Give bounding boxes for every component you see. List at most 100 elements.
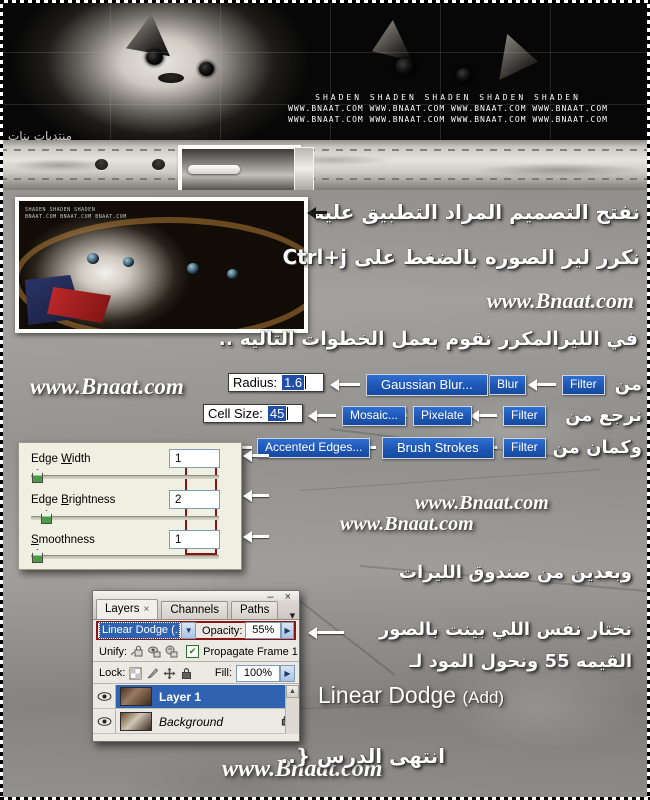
chevron-down-icon[interactable]: ▼ [181, 622, 197, 639]
propagate-frame-label: Propagate Frame 1 [203, 645, 298, 658]
layers-panel-tabs: Layers× Channels Paths ▾≡ [93, 599, 299, 630]
header-watermark: SHADEN SHADEN SHADEN SHADEN SHADEN WWW.B… [288, 92, 608, 125]
smoothness-value: 1 [175, 533, 182, 546]
filter-row-1-label: من [614, 374, 642, 395]
layer-name: Layer 1 [159, 689, 202, 704]
fill-group: Fill: 100% ▶ [215, 664, 299, 682]
step-line-3: في الليرالمكرر نقوم بعمل الخطوات التاليه… [218, 328, 638, 350]
blend-mode-callout-suffix: (Add) [462, 688, 505, 707]
edge-width-label: Edge Width [31, 453, 91, 465]
filter-command-chip-gaussian-blur[interactable]: Gaussian Blur... [366, 374, 488, 396]
radius-field[interactable]: Radius: 1.6 [228, 373, 324, 392]
brand-text: www.Bnaat.com [340, 513, 474, 535]
brand-text: www.Bnaat.com [415, 492, 549, 514]
lock-transparency-icon[interactable] [129, 667, 142, 680]
unify-position-icon[interactable] [130, 645, 144, 658]
cat-eye [87, 253, 99, 264]
scroll-up-icon[interactable]: ▲ [286, 685, 299, 698]
blend-mode-callout: Linear Dodge (Add) [318, 682, 504, 709]
edge-width-slider-knob[interactable] [32, 469, 43, 483]
opacity-stepper-icon[interactable]: ▶ [281, 622, 294, 639]
filter-menu-chip-2[interactable]: Filter [503, 406, 546, 426]
buckle-tail [294, 147, 314, 195]
tutorial-image: SHADEN SHADEN SHADEN SHADEN SHADEN WWW.B… [0, 0, 650, 800]
step-line-5: نختار نفس اللي بينت بالصور [378, 619, 632, 640]
edge-brightness-slider[interactable] [31, 516, 219, 520]
cat-eye [187, 263, 199, 274]
filter-command-chip-accented-edges[interactable]: Accented Edges... [257, 438, 371, 458]
arrow-edge-width [243, 449, 269, 462]
header-banner: SHADEN SHADEN SHADEN SHADEN SHADEN WWW.B… [0, 0, 650, 140]
tab-paths-label: Paths [239, 604, 270, 616]
filter-command-chip-mosaic[interactable]: Mosaic... [342, 406, 407, 426]
fill-stepper-icon[interactable]: ▶ [280, 664, 295, 682]
belt-hole [152, 159, 165, 170]
edge-width-value: 1 [175, 452, 182, 465]
step-line-1: نفتح التصميم المراد التطبيق عليه [312, 200, 640, 224]
lock-move-icon[interactable] [163, 667, 176, 680]
brand-text: www.Bnaat.com [486, 288, 634, 313]
layers-panel: – × Layers× Channels Paths ▾≡ Linear Dod… [92, 590, 300, 742]
cell-size-field[interactable]: Cell Size: 45 [203, 404, 303, 423]
blend-mode-callout-name: Linear Dodge [318, 682, 463, 708]
opacity-label: Opacity: [202, 624, 243, 637]
arrow-1c [330, 378, 360, 391]
eye-icon[interactable] [93, 710, 116, 733]
tab-channels-label: Channels [170, 604, 219, 616]
propagate-frame-checkbox[interactable]: ✔ [186, 645, 200, 658]
lock-label: Lock: [99, 667, 126, 679]
blend-mode-select[interactable]: Linear Dodge (... [99, 622, 181, 639]
layer-thumbnail [120, 687, 152, 706]
sample-watermark: SHADEN SHADEN SHADEN BNAAT.COM BNAAT.COM… [25, 207, 127, 221]
lock-all-icon[interactable] [180, 667, 193, 680]
site-name-label: منتديات بنات [8, 129, 72, 140]
filter-submenu-chip-pixelate[interactable]: Pixelate [413, 406, 472, 426]
filter-submenu-chip-brush-strokes[interactable]: Brush Strokes [382, 437, 494, 459]
ending-text: انتهى الدرس {.. [280, 744, 445, 768]
eye-icon[interactable] [93, 685, 116, 708]
edge-width-input[interactable]: 1 [169, 449, 220, 468]
edge-brightness-slider-knob[interactable] [41, 510, 52, 524]
filter-menu-chip-1[interactable]: Filter [562, 375, 605, 395]
text-caret [305, 376, 307, 389]
text-caret [287, 407, 289, 420]
edge-brightness-input[interactable]: 2 [169, 490, 220, 509]
opacity-value[interactable]: 55% [245, 622, 282, 639]
smoothness-input[interactable]: 1 [169, 530, 220, 549]
radius-field-value: 1.6 [282, 375, 305, 390]
smoothness-slider[interactable] [31, 555, 219, 559]
tab-layers[interactable]: Layers × [96, 599, 159, 619]
fill-value[interactable]: 100% [236, 664, 280, 682]
cat-eye [123, 257, 134, 267]
edge-brightness-label: Edge Brightness [31, 494, 116, 506]
lock-row: Lock: Fill: 100% ▶ [93, 663, 299, 684]
unify-row: Unify: ✔ Propagate Frame 1 [93, 642, 299, 662]
cell-size-field-label: Cell Size: [208, 406, 263, 421]
layers-scrollbar[interactable]: ▲ [285, 685, 299, 734]
step-1-arrow [307, 206, 327, 219]
tab-paths[interactable]: Paths [230, 601, 279, 619]
layer-row-layer1[interactable]: Layer 1 [93, 685, 299, 709]
lock-paint-icon[interactable] [146, 667, 159, 680]
filter-menu-chip-3[interactable]: Filter [503, 438, 546, 458]
watermark-line-1: SHADEN SHADEN SHADEN SHADEN SHADEN [315, 93, 581, 102]
filter-row-3-label: وكمان من [552, 437, 642, 458]
sample-watermark-line-1: SHADEN SHADEN SHADEN [25, 207, 96, 213]
unify-label: Unify: [99, 645, 128, 658]
belt-hole [95, 159, 108, 170]
close-icon[interactable]: × [144, 604, 150, 615]
unify-visibility-icon[interactable] [148, 645, 161, 658]
unify-style-icon[interactable] [165, 645, 178, 658]
edge-width-slider[interactable] [31, 475, 219, 479]
belt-stitching-bottom [0, 178, 650, 180]
layer-thumbnail [120, 712, 152, 731]
filter-submenu-chip-blur[interactable]: Blur [489, 375, 527, 395]
smoothness-slider-knob[interactable] [32, 549, 43, 563]
sample-photo: SHADEN SHADEN SHADEN BNAAT.COM BNAAT.COM… [15, 197, 308, 333]
tab-channels[interactable]: Channels [161, 601, 228, 619]
layer-row-background[interactable]: Background [93, 710, 299, 734]
stone-scratch [299, 469, 600, 491]
step-line-6: القيمه 55 ونحول المود لـ [409, 651, 632, 672]
step-line-2: نكرر لير الصوره بالضغط على Ctrl+j [282, 245, 640, 269]
arrow-2a [470, 409, 497, 422]
